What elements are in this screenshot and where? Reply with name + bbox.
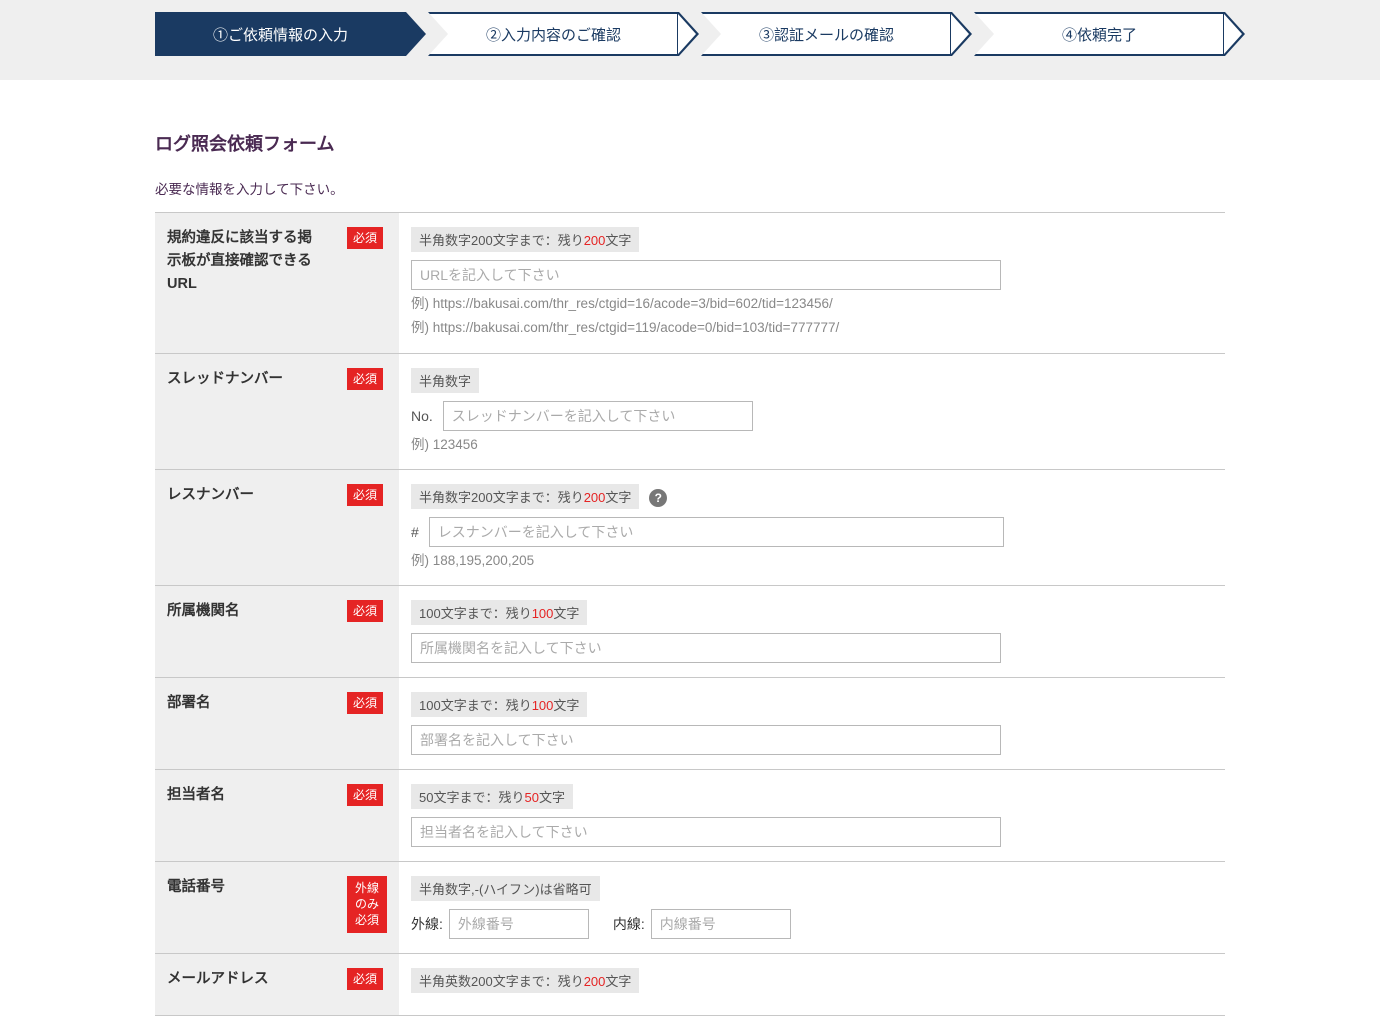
dept-hint: 100文字まで：残り100文字 — [411, 692, 587, 717]
step-3: ③認証メールの確認 — [701, 12, 952, 56]
required-badge: 必須 — [347, 784, 383, 806]
required-badge: 必須 — [347, 600, 383, 622]
res-prefix: # — [411, 524, 419, 540]
thread-label: スレッドナンバー — [155, 353, 335, 469]
page-instruction: 必要な情報を入力して下さい。 — [155, 178, 1225, 198]
help-icon[interactable]: ? — [649, 489, 667, 507]
dept-label: 部署名 — [155, 678, 335, 770]
res-input[interactable] — [429, 517, 1004, 547]
person-hint: 50文字まで：残り50文字 — [411, 784, 573, 809]
phone-ext-label: 外線: — [411, 914, 443, 934]
step-indicator: ①ご依頼情報の入力 ②入力内容のご確認 ③認証メールの確認 ④依頼完了 — [155, 12, 1225, 56]
url-example-2: 例) https://bakusai.com/thr_res/ctgid=119… — [411, 318, 1213, 338]
res-example: 例) 188,195,200,205 — [411, 551, 1213, 571]
phone-hint: 半角数字,-(ハイフン)は省略可 — [411, 876, 600, 901]
url-hint: 半角数字200文字まで：残り200文字 — [411, 227, 639, 252]
res-hint: 半角数字200文字まで：残り200文字 — [411, 484, 639, 509]
required-badge: 必須 — [347, 484, 383, 506]
step-1: ①ご依頼情報の入力 — [155, 12, 406, 56]
form-table: 規約違反に該当する掲示板が直接確認できるURL 必須 半角数字200文字まで：残… — [155, 212, 1225, 1016]
required-badge: 必須 — [347, 227, 383, 249]
phone-required-badge: 外線 のみ 必須 — [347, 876, 387, 933]
required-badge: 必須 — [347, 968, 383, 990]
email-hint: 半角英数200文字まで：残り200文字 — [411, 968, 639, 993]
page-title: ログ照会依頼フォーム — [155, 130, 1225, 156]
thread-example: 例) 123456 — [411, 435, 1213, 455]
phone-int-label: 内線: — [613, 914, 645, 934]
person-label: 担当者名 — [155, 770, 335, 862]
step-4-label: ④依頼完了 — [1062, 24, 1137, 45]
url-label: 規約違反に該当する掲示板が直接確認できるURL — [155, 213, 335, 354]
step-3-label: ③認証メールの確認 — [759, 24, 894, 45]
required-badge: 必須 — [347, 692, 383, 714]
step-2-label: ②入力内容のご確認 — [486, 24, 621, 45]
thread-hint: 半角数字 — [411, 368, 479, 393]
url-example-1: 例) https://bakusai.com/thr_res/ctgid=16/… — [411, 294, 1213, 314]
email-label: メールアドレス — [155, 954, 335, 1016]
phone-label: 電話番号 — [155, 862, 335, 954]
thread-prefix: No. — [411, 408, 433, 424]
step-1-label: ①ご依頼情報の入力 — [213, 24, 348, 45]
url-input[interactable] — [411, 260, 1001, 290]
res-label: レスナンバー — [155, 469, 335, 585]
step-2: ②入力内容のご確認 — [428, 12, 679, 56]
person-input[interactable] — [411, 817, 1001, 847]
org-hint: 100文字まで：残り100文字 — [411, 600, 587, 625]
org-label: 所属機関名 — [155, 586, 335, 678]
org-input[interactable] — [411, 633, 1001, 663]
step-4: ④依頼完了 — [974, 12, 1225, 56]
phone-ext-input[interactable] — [449, 909, 589, 939]
phone-int-input[interactable] — [651, 909, 791, 939]
dept-input[interactable] — [411, 725, 1001, 755]
thread-input[interactable] — [443, 401, 753, 431]
required-badge: 必須 — [347, 368, 383, 390]
